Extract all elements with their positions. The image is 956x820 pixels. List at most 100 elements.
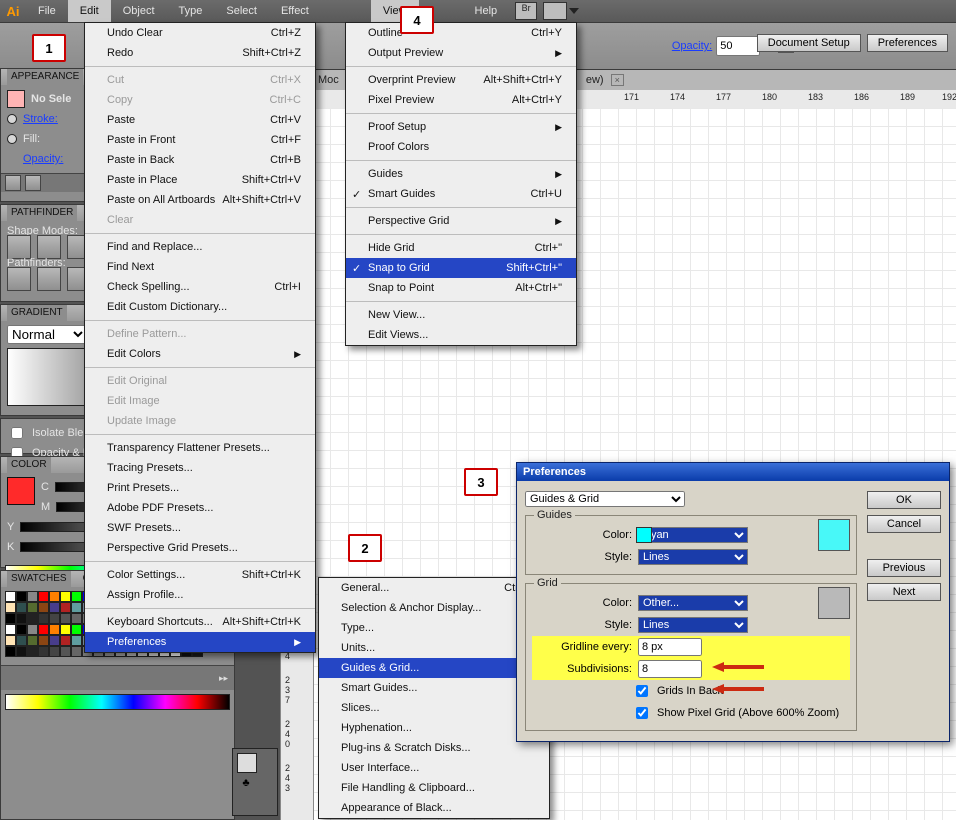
doc-tab[interactable]: Moc [318, 74, 339, 86]
opacity-input[interactable] [716, 36, 760, 56]
swatch[interactable] [60, 635, 71, 646]
menu-item[interactable]: Find Next [85, 257, 315, 277]
menu-item[interactable]: Perspective Grid▶ [346, 211, 576, 231]
guides-color-select[interactable]: Cyan [638, 527, 748, 543]
swatch[interactable] [71, 646, 82, 657]
gradient-type-select[interactable]: Normal [7, 325, 87, 344]
swatch[interactable] [16, 646, 27, 657]
swatch[interactable] [16, 602, 27, 613]
menu-item[interactable]: Perspective Grid Presets... [85, 538, 315, 558]
menu-item[interactable]: Pixel PreviewAlt+Ctrl+Y [346, 90, 576, 110]
swatch[interactable] [5, 624, 16, 635]
prefs-section-select[interactable]: Guides & Grid [525, 491, 685, 507]
swatch[interactable] [60, 646, 71, 657]
divide-icon[interactable] [7, 267, 31, 291]
gridline-every-input[interactable] [638, 638, 702, 656]
show-pixel-grid-checkbox[interactable] [636, 707, 648, 719]
swatch[interactable] [16, 635, 27, 646]
menu-item[interactable]: Type... [319, 618, 549, 638]
swatch[interactable] [27, 591, 38, 602]
document-setup-button[interactable]: Document Setup [757, 34, 861, 52]
previous-button[interactable]: Previous [867, 559, 941, 577]
unite-icon[interactable] [7, 235, 31, 259]
swatch[interactable] [71, 602, 82, 613]
menu-item[interactable]: Edit Custom Dictionary... [85, 297, 315, 317]
opacity-link[interactable]: Opacity: [23, 153, 63, 165]
menu-item[interactable]: Smart GuidesCtrl+U [346, 184, 576, 204]
next-button[interactable]: Next [867, 583, 941, 601]
menu-item[interactable]: Guides & Grid... [319, 658, 549, 678]
menu-item[interactable]: Find and Replace... [85, 237, 315, 257]
grid-style-select[interactable]: Lines [638, 617, 748, 633]
grid-color-select[interactable]: Other... [638, 595, 748, 611]
menu-item[interactable]: SWF Presets... [85, 518, 315, 538]
menu-item[interactable]: Check Spelling...Ctrl+I [85, 277, 315, 297]
menu-item[interactable]: Slices... [319, 698, 549, 718]
preferences-button[interactable]: Preferences [867, 34, 948, 52]
swatch[interactable] [38, 624, 49, 635]
swatch[interactable] [16, 624, 27, 635]
panel-icon[interactable] [5, 175, 21, 191]
ok-button[interactable]: OK [867, 491, 941, 509]
menu-item[interactable]: Snap to PointAlt+Ctrl+" [346, 278, 576, 298]
swatch[interactable] [60, 624, 71, 635]
swatch[interactable] [38, 635, 49, 646]
menu-item[interactable]: Guides▶ [346, 164, 576, 184]
swatch[interactable] [38, 591, 49, 602]
grids-in-back-checkbox[interactable] [636, 685, 648, 697]
swatch[interactable] [5, 602, 16, 613]
minus-front-icon[interactable] [37, 235, 61, 259]
stroke-link[interactable]: Stroke: [23, 113, 58, 125]
swatch[interactable] [71, 591, 82, 602]
swatch[interactable] [16, 613, 27, 624]
menu-item[interactable]: Tracing Presets... [85, 458, 315, 478]
swatch[interactable] [49, 635, 60, 646]
doc-tab-2[interactable]: ew) [586, 74, 604, 86]
menu-item[interactable]: Paste on All ArtboardsAlt+Shift+Ctrl+V [85, 190, 315, 210]
swatch[interactable] [49, 591, 60, 602]
menu-item[interactable]: Adobe PDF Presets... [85, 498, 315, 518]
visibility-icon[interactable] [7, 114, 17, 124]
swatch[interactable] [71, 635, 82, 646]
menu-edit[interactable]: Edit [68, 0, 111, 22]
menu-item[interactable]: Print Presets... [85, 478, 315, 498]
swatch[interactable] [49, 602, 60, 613]
panel-icon[interactable] [25, 175, 41, 191]
menu-select[interactable]: Select [214, 0, 269, 22]
menu-item[interactable]: Paste in PlaceShift+Ctrl+V [85, 170, 315, 190]
menu-item[interactable]: Snap to GridShift+Ctrl+" [346, 258, 576, 278]
menu-item[interactable]: Keyboard Shortcuts...Alt+Shift+Ctrl+K [85, 612, 315, 632]
swatch[interactable] [60, 591, 71, 602]
swatch[interactable] [5, 635, 16, 646]
swatch[interactable] [16, 591, 27, 602]
menu-file[interactable]: File [26, 0, 68, 22]
menu-item[interactable]: Output Preview▶ [346, 43, 576, 63]
menu-item[interactable]: File Handling & Clipboard... [319, 778, 549, 798]
swatch[interactable] [27, 646, 38, 657]
menu-item[interactable]: Hide GridCtrl+" [346, 238, 576, 258]
cancel-button[interactable]: Cancel [867, 515, 941, 533]
swatch[interactable] [38, 646, 49, 657]
swatch[interactable] [71, 613, 82, 624]
menu-item[interactable]: RedoShift+Ctrl+Z [85, 43, 315, 63]
expand-icon[interactable]: ▸▸ [219, 673, 228, 684]
menu-item[interactable]: Paste in BackCtrl+B [85, 150, 315, 170]
swatch[interactable] [5, 613, 16, 624]
arrange-icon[interactable] [543, 2, 567, 20]
swatch[interactable] [5, 591, 16, 602]
subdivisions-input[interactable] [638, 660, 702, 678]
menu-item[interactable]: Preferences▶ [85, 632, 315, 652]
swatch[interactable] [27, 602, 38, 613]
menu-item[interactable]: Color Settings...Shift+Ctrl+K [85, 565, 315, 585]
swatch[interactable] [5, 646, 16, 657]
swatch[interactable] [27, 635, 38, 646]
tool-icon[interactable] [237, 753, 257, 773]
swatch[interactable] [60, 613, 71, 624]
swatch[interactable] [49, 624, 60, 635]
menu-item[interactable]: Appearance of Black... [319, 798, 549, 818]
menu-item[interactable]: Smart Guides... [319, 678, 549, 698]
menu-item[interactable]: Units... [319, 638, 549, 658]
menu-help[interactable]: Help [463, 0, 510, 22]
visibility-icon[interactable] [7, 134, 17, 144]
guides-style-select[interactable]: Lines [638, 549, 748, 565]
